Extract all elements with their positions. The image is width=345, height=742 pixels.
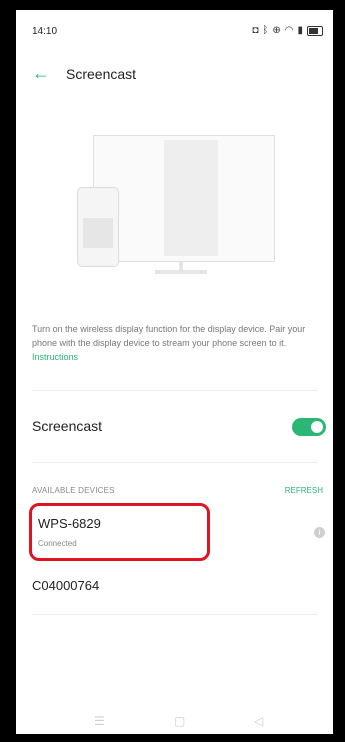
tv-illustration bbox=[93, 135, 275, 262]
device-name: WPS-6829 bbox=[38, 516, 101, 531]
divider bbox=[32, 614, 317, 615]
page-title: Screencast bbox=[66, 66, 137, 82]
navigation-bar: ☰ ▢ ◁ bbox=[16, 710, 333, 734]
device-name: C04000764 bbox=[32, 578, 100, 593]
device-item-wps-6829[interactable]: WPS-6829 Connected bbox=[29, 503, 210, 561]
hotspot-icon: ⊕ bbox=[272, 25, 281, 36]
screencast-illustration bbox=[71, 135, 281, 285]
bluetooth-icon: ᛒ bbox=[262, 25, 269, 36]
device-status: Connected bbox=[38, 539, 77, 548]
signal-icon: ▮ bbox=[297, 25, 303, 36]
divider bbox=[32, 462, 317, 463]
screencast-label: Screencast bbox=[32, 418, 103, 434]
available-devices-heading: AVAILABLE DEVICES bbox=[32, 486, 115, 495]
description: Turn on the wireless display function fo… bbox=[32, 322, 324, 364]
status-bar: 14:10 ◘ ᛒ ⊕ ◠ ▮ bbox=[16, 10, 333, 46]
nfc-icon: ◘ bbox=[252, 25, 259, 36]
back-arrow-icon[interactable]: ← bbox=[32, 64, 50, 82]
divider bbox=[32, 390, 317, 391]
screencast-toggle[interactable] bbox=[292, 418, 326, 436]
refresh-button[interactable]: REFRESH bbox=[285, 486, 323, 495]
device-info-icon[interactable]: i bbox=[314, 527, 325, 538]
battery-icon bbox=[307, 25, 323, 36]
phone-screen: 14:10 ◘ ᛒ ⊕ ◠ ▮ ← Screencast Turn on the… bbox=[16, 10, 333, 734]
back-icon[interactable]: ◁ bbox=[254, 714, 263, 728]
description-text: Turn on the wireless display function fo… bbox=[32, 324, 306, 348]
app-bar: ← Screencast bbox=[16, 62, 333, 90]
toggle-knob bbox=[311, 421, 323, 433]
menu-icon[interactable]: ☰ bbox=[94, 714, 105, 728]
phone-illustration bbox=[77, 187, 119, 267]
home-icon[interactable]: ▢ bbox=[174, 714, 185, 728]
status-time: 14:10 bbox=[32, 26, 58, 37]
wifi-icon: ◠ bbox=[284, 25, 294, 36]
status-icons: ◘ ᛒ ⊕ ◠ ▮ bbox=[252, 25, 323, 36]
instructions-link[interactable]: Instructions bbox=[32, 352, 78, 362]
device-item-c04000764[interactable]: C04000764 bbox=[32, 570, 317, 610]
